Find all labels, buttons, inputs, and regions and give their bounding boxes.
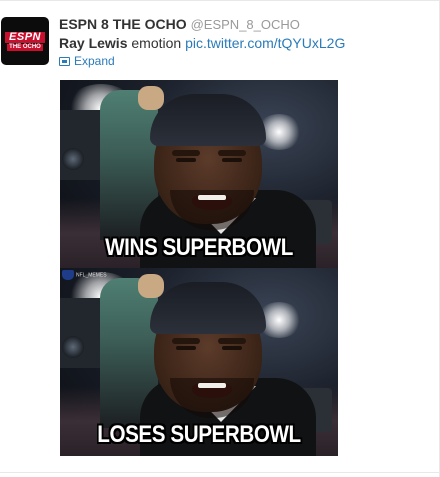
tweet-text-bold: Ray Lewis (59, 35, 128, 51)
brow (218, 150, 246, 156)
meme-caption-top: WINS SUPERBOWL (105, 234, 293, 261)
watermark-text: NFL_MEMES (76, 272, 107, 279)
expand-label: Expand (74, 54, 115, 68)
avatar-logo: ESPN (5, 32, 45, 43)
mouth (192, 194, 232, 210)
brow (172, 150, 200, 156)
avatar-logo-subtext: THE OCHO (7, 44, 43, 51)
user-fullname[interactable]: ESPN 8 THE OCHO (59, 16, 187, 32)
divider (0, 472, 440, 473)
tweet-text-plain: emotion (127, 35, 186, 51)
hand (138, 274, 164, 298)
player-beanie (150, 94, 266, 146)
mouth (192, 382, 232, 398)
user-handle[interactable]: @ESPN_8_OCHO (191, 17, 300, 32)
brow (172, 338, 200, 344)
hand (138, 86, 164, 110)
tweet-header: ESPN 8 THE OCHO @ESPN_8_OCHO (59, 15, 300, 34)
watermark: NFL_MEMES (62, 270, 107, 280)
meme-caption-bottom: LOSES SUPERBOWL (97, 421, 301, 448)
tweet-text: Ray Lewis emotion pic.twitter.com/tQYUxL… (59, 34, 345, 52)
camera-lens (62, 148, 84, 170)
brow (218, 338, 246, 344)
eye (176, 346, 196, 350)
meme-panel-bottom: NFL_MEMES LOSES SUPERBOWL (60, 268, 338, 456)
tweet: ESPN THE OCHO ESPN 8 THE OCHO @ESPN_8_OCH… (0, 0, 440, 477)
meme-panel-top: WINS SUPERBOWL (60, 80, 338, 268)
avatar[interactable]: ESPN THE OCHO (1, 17, 49, 65)
nfl-shield-icon (62, 270, 74, 280)
player-beanie (150, 282, 266, 334)
eye (222, 346, 242, 350)
tweet-media-link[interactable]: pic.twitter.com/tQYUxL2G (185, 35, 345, 51)
eye (176, 158, 196, 162)
expand-button[interactable]: Expand (59, 53, 115, 69)
camera-lens (62, 336, 84, 358)
eye (222, 158, 242, 162)
meme-image[interactable]: WINS SUPERBOWL NFL_MEMES LOSES SUPERBOWL (60, 80, 338, 456)
media-icon (59, 57, 70, 66)
